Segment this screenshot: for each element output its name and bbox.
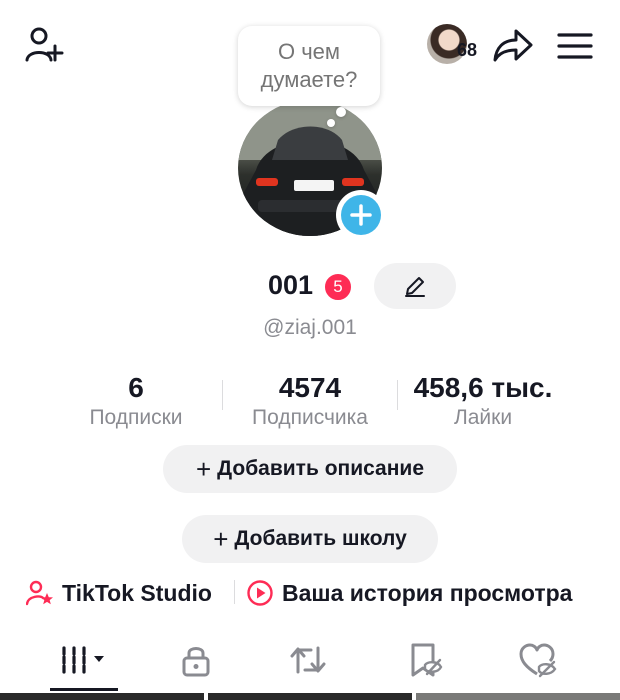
- friends-count: 68: [457, 40, 478, 60]
- profile-name: 001: [268, 270, 314, 300]
- share-profile-button[interactable]: [490, 24, 536, 68]
- play-circle-icon: [247, 580, 273, 606]
- following-count: 6: [128, 372, 144, 403]
- pencil-icon: [405, 277, 425, 297]
- bubble-tail: [327, 119, 335, 127]
- tiktok-studio-link[interactable]: TikTok Studio: [26, 576, 212, 610]
- active-tab-indicator: [50, 688, 118, 691]
- likes-label: Лайки: [453, 406, 513, 429]
- add-story-button[interactable]: [336, 190, 386, 240]
- tab-reposts[interactable]: [268, 632, 348, 688]
- studio-person-icon: [26, 580, 53, 606]
- followers-label: Подписчика: [252, 406, 368, 429]
- liked-icon: [519, 643, 557, 678]
- likes-stat[interactable]: 458,6 тыс. Лайки: [398, 372, 568, 432]
- videos-grid-icon: [62, 646, 104, 674]
- watch-history-label: Ваша история просмотра: [282, 579, 573, 606]
- thought-bubble-line2: думаете?: [260, 67, 358, 92]
- add-school-button[interactable]: + Добавить школу: [182, 515, 438, 563]
- video-thumbnail[interactable]: [416, 693, 620, 700]
- add-description-label: Добавить описание: [217, 457, 425, 480]
- tab-videos[interactable]: [44, 632, 124, 688]
- person-add-icon: [25, 27, 64, 62]
- friends-activity[interactable]: 68: [425, 24, 491, 68]
- tab-liked[interactable]: [498, 632, 578, 688]
- followers-count: 4574: [278, 372, 342, 403]
- tiktok-studio-label: TikTok Studio: [62, 579, 212, 606]
- thought-bubble[interactable]: О чем думаете?: [238, 26, 380, 106]
- thought-bubble-line1: О чем: [277, 39, 341, 64]
- share-arrow-icon: [493, 29, 533, 62]
- following-label: Подписки: [89, 406, 183, 429]
- repost-icon: [290, 646, 326, 674]
- favorites-icon: [411, 643, 443, 677]
- add-friend-button[interactable]: [22, 22, 66, 66]
- divider: [222, 380, 223, 410]
- menu-button[interactable]: [552, 24, 598, 68]
- hamburger-menu-icon: [557, 33, 593, 59]
- followers-stat[interactable]: 4574 Подписчика: [234, 372, 386, 432]
- profile-handle: @ziaj.001: [263, 316, 357, 339]
- tab-private[interactable]: [156, 632, 236, 688]
- tab-favorites[interactable]: [384, 632, 464, 688]
- plus-icon: +: [195, 454, 212, 484]
- plus-icon: [350, 204, 372, 226]
- watch-history-link[interactable]: Ваша история просмотра: [246, 576, 572, 610]
- edit-profile-button[interactable]: [374, 263, 456, 309]
- lock-icon: [182, 647, 210, 677]
- video-thumbnail[interactable]: [0, 693, 204, 700]
- notification-badge: 5: [323, 272, 353, 302]
- video-thumbnail[interactable]: [208, 693, 412, 700]
- add-school-label: Добавить школу: [234, 527, 407, 550]
- bubble-tail: [336, 107, 346, 117]
- plus-icon: +: [213, 524, 229, 554]
- likes-count: 458,6 тыс.: [413, 372, 553, 403]
- add-description-button[interactable]: + Добавить описание: [163, 445, 457, 493]
- divider: [234, 580, 235, 604]
- following-stat[interactable]: 6 Подписки: [80, 372, 192, 432]
